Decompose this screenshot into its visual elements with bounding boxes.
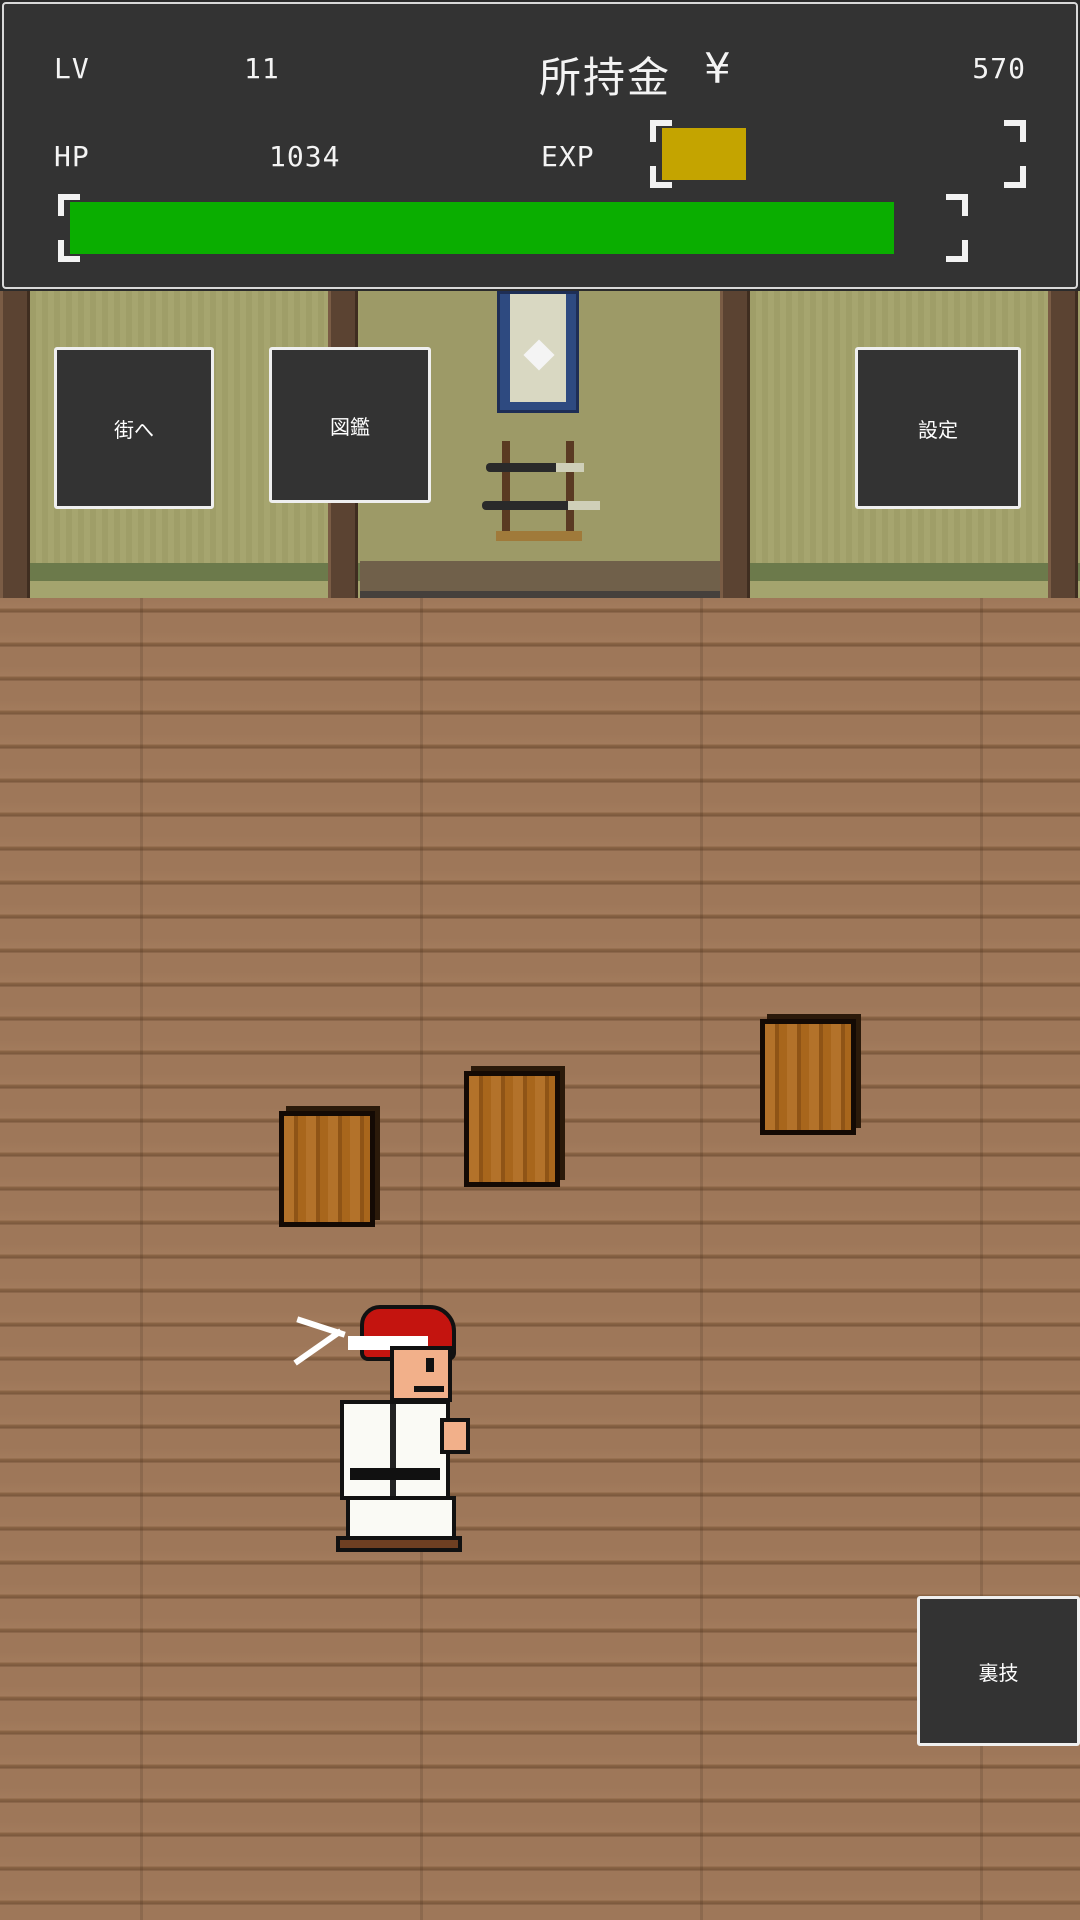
exp-bar-fill <box>662 128 746 180</box>
hp-label: HP <box>54 140 90 173</box>
yen-symbol: ¥ <box>704 44 732 93</box>
player-character <box>290 1300 480 1560</box>
level-label: LV <box>54 52 90 85</box>
go-to-town-label: 街へ <box>114 417 154 442</box>
level-value: 11 <box>244 52 280 85</box>
sword-rack <box>482 441 600 541</box>
wooden-crate[interactable] <box>464 1071 560 1187</box>
alcove-base <box>360 561 720 591</box>
settings-button[interactable]: 設定 <box>855 347 1021 509</box>
wooden-crate[interactable] <box>760 1019 856 1135</box>
settings-label: 設定 <box>918 417 958 442</box>
secret-technique-label: 裏技 <box>978 1660 1019 1685</box>
encyclopedia-button[interactable]: 図鑑 <box>269 347 431 503</box>
money-label: 所持金 <box>539 53 672 102</box>
hp-value: 1034 <box>269 140 341 173</box>
wall-post <box>720 291 750 601</box>
status-panel: LV 11 所持金 ¥ 570 HP 1034 EXP <box>2 2 1078 289</box>
wall-post <box>0 291 30 601</box>
money-value: 570 <box>972 52 1026 85</box>
hp-bar-fill <box>70 202 894 254</box>
hanging-scroll <box>497 291 579 413</box>
wall-post <box>1048 291 1078 601</box>
go-to-town-button[interactable]: 街へ <box>54 347 214 509</box>
wooden-crate[interactable] <box>279 1111 375 1227</box>
encyclopedia-label: 図鑑 <box>330 414 370 439</box>
secret-technique-button[interactable]: 裏技 <box>917 1596 1080 1746</box>
exp-label: EXP <box>541 140 595 173</box>
